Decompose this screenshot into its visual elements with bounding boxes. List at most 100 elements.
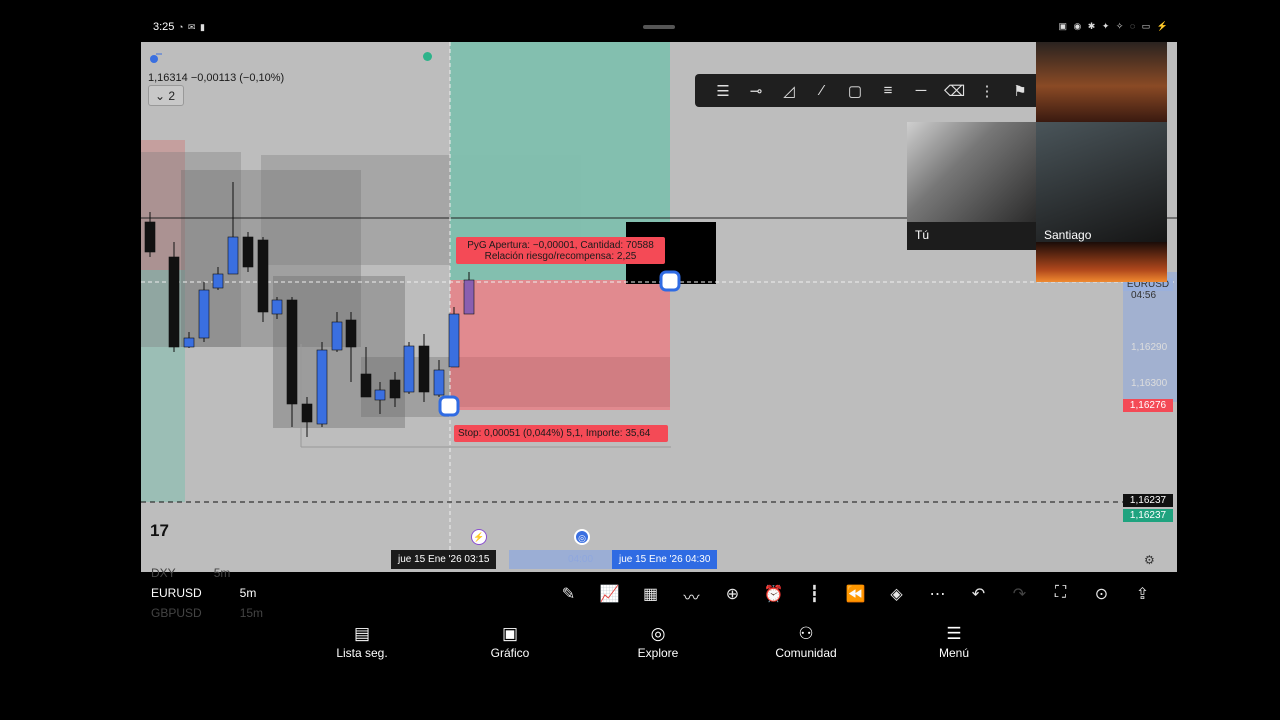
tradingview-logo: 17 bbox=[150, 521, 169, 540]
self-video-tile[interactable]: Tú bbox=[907, 122, 1037, 250]
symbol-name: DXY bbox=[151, 566, 176, 580]
settings-gear-icon[interactable]: ⚙ bbox=[1144, 553, 1155, 567]
pnl-text: PyG Apertura: −0,00001, Cantidad: 70588 bbox=[467, 240, 654, 251]
symbol-row-current[interactable]: EURUSD 5m bbox=[151, 583, 263, 603]
remote-name: Santiago bbox=[1044, 228, 1092, 242]
redo-icon[interactable]: ↷ bbox=[1007, 584, 1032, 608]
flag-icon[interactable]: ⚑ bbox=[1010, 82, 1030, 100]
symbol-name: EURUSD bbox=[151, 586, 202, 600]
candle-body bbox=[301, 403, 313, 423]
tradingview-app: 1,16314 −0,00113 (−0,10%) ⌄ 2 ☰ ⊸ ◿ ⁄ ▢ … bbox=[141, 42, 1177, 618]
bid-price-tag: 1,16237 bbox=[1123, 509, 1173, 522]
indicators-toggle[interactable]: ⌄ 2 bbox=[148, 85, 184, 106]
notification-icons: ◔ ✉ ▮ bbox=[178, 22, 206, 32]
symbol-timeframe: 5m bbox=[213, 566, 231, 580]
symbol-switcher[interactable]: DXY 5m EURUSD 5m GBPUSD 15m bbox=[151, 566, 263, 618]
line-icon[interactable]: ─ bbox=[911, 82, 931, 99]
ohlc-legend: 1,16314 −0,00113 (−0,10%) bbox=[148, 72, 285, 84]
candle-body bbox=[433, 369, 445, 396]
stop-price-tag: 1,16276 bbox=[1123, 399, 1173, 412]
chevron-down-icon: ⌄ bbox=[155, 89, 166, 103]
undo-icon[interactable]: ↶ bbox=[966, 584, 991, 608]
position-pnl-label[interactable]: PyG Apertura: −0,00001, Cantidad: 70588 … bbox=[456, 237, 665, 264]
remote-video-footer bbox=[1036, 242, 1167, 282]
more-icon[interactable]: ⋯ bbox=[925, 584, 950, 608]
stop-label[interactable]: Stop: 0,00051 (0,044%) 5,1, Importe: 35,… bbox=[454, 425, 668, 442]
candle-body bbox=[257, 239, 269, 313]
remote-video-tile[interactable]: Santiago bbox=[1036, 42, 1167, 282]
candles-icon[interactable]: ┇ bbox=[802, 584, 827, 608]
nav-watchlist[interactable]: ▤ Lista seg. bbox=[312, 624, 412, 660]
text-align-icon[interactable]: ≡ bbox=[878, 82, 898, 99]
remote-banner-image bbox=[1036, 42, 1167, 122]
self-video-feed bbox=[907, 122, 1037, 222]
symbol-timeframe: 15m bbox=[239, 606, 264, 618]
risk-reward-text: Relación riesgo/recompensa: 2,25 bbox=[484, 251, 637, 262]
share-icon[interactable]: ⇪ bbox=[1130, 584, 1155, 608]
bottom-navigation: ▤ Lista seg. ▣ Gráfico ◎ Explore ⚇ Comun… bbox=[0, 618, 1280, 668]
pencil-icon[interactable]: ✎ bbox=[556, 584, 581, 608]
countdown: 04:56 bbox=[1131, 290, 1157, 301]
symbol-row-next[interactable]: GBPUSD 15m bbox=[151, 603, 263, 618]
remote-video-feed bbox=[1036, 122, 1167, 242]
fullscreen-icon[interactable]: ⛶ bbox=[1048, 584, 1073, 608]
chart-type-icon[interactable]: 📈 bbox=[597, 584, 622, 608]
add-icon[interactable]: ⊕ bbox=[720, 584, 745, 608]
candle-body bbox=[286, 299, 298, 405]
self-name: Tú bbox=[915, 228, 930, 242]
nav-menu[interactable]: ☰ Menú bbox=[904, 624, 1004, 660]
symbol-row-prev[interactable]: DXY 5m bbox=[151, 563, 263, 583]
candle-body bbox=[463, 279, 475, 315]
add-alert-icon[interactable]: ⊙ bbox=[1089, 584, 1114, 608]
candle-body bbox=[183, 337, 195, 348]
menu-icon: ☰ bbox=[946, 624, 962, 643]
drawing-toolbar: ☰ ⊸ ◿ ⁄ ▢ ≡ ─ ⌫ ⋮ ⚑ bbox=[695, 74, 1041, 107]
nav-community[interactable]: ⚇ Comunidad bbox=[756, 624, 856, 660]
candle-body bbox=[227, 236, 239, 275]
more-settings-icon[interactable]: ⋮ bbox=[977, 82, 997, 100]
candle-body bbox=[374, 389, 386, 401]
time-label-start: jue 15 Ene '26 03:15 bbox=[391, 550, 497, 569]
event-lightning-icon[interactable]: ⚡ bbox=[471, 529, 487, 545]
nav-chart[interactable]: ▣ Gráfico bbox=[460, 624, 560, 660]
nav-label: Menú bbox=[938, 646, 970, 660]
axis-price-1: 1,16290 bbox=[1131, 342, 1168, 353]
compass-icon: ◎ bbox=[650, 624, 666, 643]
window-handle[interactable] bbox=[643, 25, 675, 29]
alert-icon[interactable]: ⏰ bbox=[761, 584, 786, 608]
toolbar-icons: ✎ 📈 ▦ 〰 ⊕ ⏰ ┇ ⏪ ◈ ⋯ ↶ ↷ ⛶ ⊙ ⇪ bbox=[556, 584, 1155, 608]
trendline-icon[interactable]: ⁄ bbox=[812, 82, 832, 99]
chart-bottom-toolbar: DXY 5m EURUSD 5m GBPUSD 15m ✎ 📈 ▦ 〰 ⊕ ⏰ … bbox=[141, 566, 1177, 618]
replay-icon[interactable]: ⏪ bbox=[843, 584, 868, 608]
axis-price-2: 1,16300 bbox=[1131, 378, 1168, 389]
candle-body bbox=[168, 256, 180, 348]
symbol-logo-icon[interactable] bbox=[149, 52, 163, 64]
stop-handle bbox=[438, 395, 460, 417]
eraser-icon[interactable]: ⌫ bbox=[944, 82, 965, 100]
time-range-highlight bbox=[509, 550, 613, 569]
nav-explore[interactable]: ◎ Explore bbox=[608, 624, 708, 660]
time-label-end: jue 15 Ene '26 04:30 bbox=[612, 550, 718, 569]
indicators-icon[interactable]: 〰 bbox=[679, 584, 704, 608]
last-price-tag: 1,16237 bbox=[1123, 494, 1173, 507]
rectangle-icon[interactable]: ▢ bbox=[845, 82, 865, 100]
grid-icon[interactable]: ▦ bbox=[638, 584, 663, 608]
candle-body bbox=[389, 379, 401, 399]
target-handle bbox=[659, 270, 681, 292]
nav-label: Gráfico bbox=[490, 646, 530, 660]
fib-icon[interactable]: ◿ bbox=[779, 82, 799, 100]
community-icon: ⚇ bbox=[798, 624, 814, 643]
event-flag-icon[interactable]: ◎ bbox=[574, 529, 590, 545]
watchlist-icon: ▤ bbox=[353, 624, 371, 643]
horizontal-ray-icon[interactable]: ⊸ bbox=[746, 82, 766, 100]
candle-body bbox=[144, 221, 156, 253]
clock: 3:25 bbox=[153, 21, 175, 33]
candle-body bbox=[242, 236, 254, 268]
layers-icon[interactable]: ◈ bbox=[884, 584, 909, 608]
chart-icon: ▣ bbox=[501, 624, 519, 643]
system-status-icons: ▣ ◉ ✱ ✦ ✧ ◌ ▭ ⚡ bbox=[1058, 21, 1170, 31]
nav-label: Comunidad bbox=[775, 646, 837, 660]
settings-lines-icon[interactable]: ☰ bbox=[713, 82, 733, 100]
candle-body bbox=[212, 273, 224, 289]
time-label-mid: 04:00 bbox=[568, 554, 594, 565]
